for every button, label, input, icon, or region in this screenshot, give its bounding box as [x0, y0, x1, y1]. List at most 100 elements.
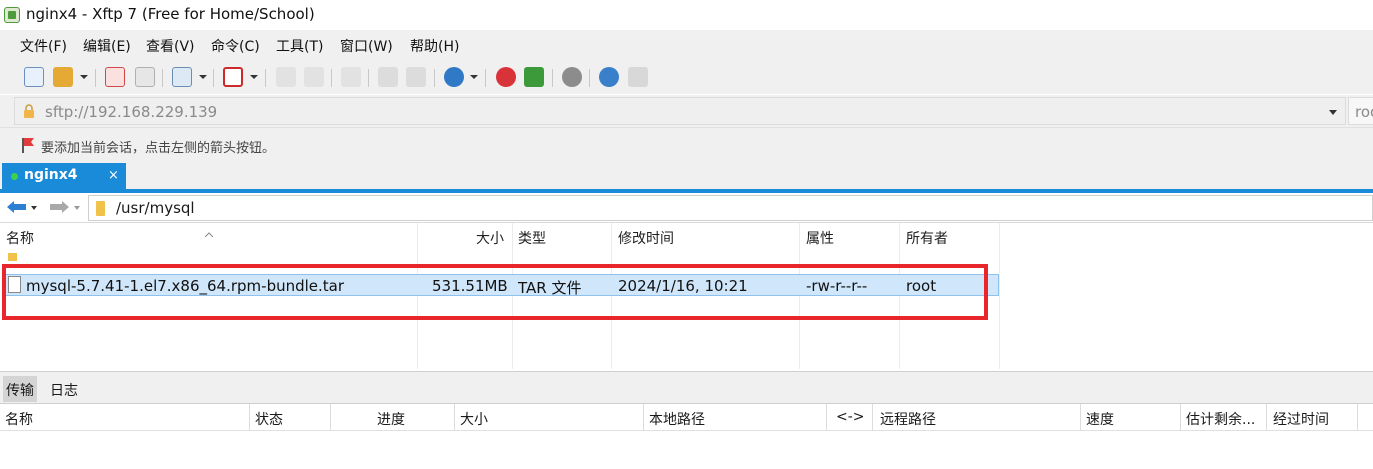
transfer-column-eta[interactable]: 估计剩余...	[1186, 409, 1255, 429]
connect-icon[interactable]	[105, 67, 125, 87]
column-separator[interactable]	[330, 404, 331, 432]
transfer-column-speed[interactable]: 速度	[1086, 409, 1114, 429]
address-url: sftp://192.168.229.139	[45, 103, 218, 121]
transfer-column-local-path[interactable]: 本地路径	[649, 409, 705, 429]
toolbar-separator	[552, 69, 553, 87]
column-header-type[interactable]: 类型	[518, 228, 546, 248]
chevron-down-icon[interactable]	[80, 75, 88, 79]
title-bar: nginx4 - Xftp 7 (Free for Home/School)	[0, 0, 1373, 30]
hint-row: 要添加当前会话，点击左侧的箭头按钮。	[0, 127, 1373, 161]
column-separator[interactable]	[249, 404, 250, 432]
paste-icon[interactable]	[406, 67, 426, 87]
path-row: /usr/mysql	[0, 193, 1373, 223]
menu-window[interactable]: 窗口(W)	[340, 36, 393, 56]
address-dropdown-icon[interactable]	[1329, 110, 1337, 115]
transfer-column-name[interactable]: 名称	[5, 409, 33, 429]
transfer-column-size[interactable]: 大小	[460, 409, 488, 429]
toolbar-separator	[589, 69, 590, 87]
column-separator[interactable]	[1080, 404, 1081, 432]
back-arrow-icon[interactable]	[6, 200, 28, 214]
toolbar-separator	[213, 69, 214, 87]
download-icon[interactable]	[304, 67, 324, 87]
tab-nginx4[interactable]: nginx4 ×	[2, 163, 126, 189]
column-header-attributes[interactable]: 属性	[806, 228, 834, 248]
sort-ascending-icon	[204, 225, 214, 238]
transfer-column-elapsed[interactable]: 经过时间	[1273, 409, 1329, 429]
column-separator[interactable]	[1357, 404, 1358, 432]
new-file-transfer-icon[interactable]	[172, 67, 192, 87]
menu-command[interactable]: 命令(C)	[211, 36, 260, 56]
connection-status-icon	[11, 173, 18, 180]
session-tab-strip: nginx4 ×	[0, 161, 1373, 189]
chat-icon[interactable]	[628, 67, 648, 87]
column-header-owner[interactable]: 所有者	[906, 228, 948, 248]
column-header-name[interactable]: 名称	[6, 228, 34, 248]
close-icon[interactable]: ×	[108, 168, 119, 183]
transfer-table-header: 名称 状态 进度 大小 本地路径 <-> 远程路径 速度 估计剩余... 经过时…	[0, 403, 1373, 432]
disconnect-icon[interactable]	[135, 67, 155, 87]
toolbar-separator	[265, 69, 266, 87]
column-separator[interactable]	[999, 223, 1000, 369]
open-folder-icon[interactable]	[53, 67, 73, 87]
chevron-down-icon[interactable]	[199, 75, 207, 79]
help-icon[interactable]	[599, 67, 619, 87]
parent-folder-icon[interactable]	[8, 253, 17, 261]
transfer-column-direction[interactable]: <->	[836, 409, 865, 425]
hint-text: 要添加当前会话，点击左侧的箭头按钮。	[41, 141, 276, 156]
toolbar-separator	[331, 69, 332, 87]
path-input[interactable]: /usr/mysql	[88, 195, 1373, 221]
column-separator[interactable]	[1180, 404, 1181, 432]
column-header-size[interactable]: 大小	[476, 228, 504, 248]
menu-help[interactable]: 帮助(H)	[410, 36, 459, 56]
menu-bar: 文件(F) 编辑(E) 查看(V) 命令(C) 工具(T) 窗口(W) 帮助(H…	[0, 30, 1373, 60]
upload-icon[interactable]	[276, 67, 296, 87]
toolbar	[0, 60, 1373, 94]
globe-icon[interactable]	[444, 67, 464, 87]
toolbar-separator	[95, 69, 96, 87]
bottom-panel-tabs: 传输 日志	[0, 371, 1373, 403]
chevron-down-icon[interactable]	[470, 75, 478, 79]
back-dropdown-icon[interactable]	[31, 206, 37, 210]
menu-edit[interactable]: 编辑(E)	[83, 36, 131, 56]
new-session-icon[interactable]	[24, 67, 44, 87]
lock-icon	[24, 104, 34, 118]
username-input[interactable]: roo	[1348, 97, 1373, 125]
video-icon[interactable]	[223, 67, 243, 87]
toolbar-separator	[434, 69, 435, 87]
sync-icon[interactable]	[341, 67, 361, 87]
column-separator[interactable]	[1266, 404, 1267, 432]
xftp-icon[interactable]	[524, 67, 544, 87]
forward-dropdown-icon[interactable]	[74, 206, 80, 210]
toolbar-separator	[485, 69, 486, 87]
forward-arrow-icon[interactable]	[48, 200, 70, 214]
tab-log[interactable]: 日志	[50, 380, 78, 400]
tab-label: nginx4	[24, 167, 78, 183]
address-row: sftp://192.168.229.139	[0, 95, 1373, 127]
menu-tools[interactable]: 工具(T)	[276, 36, 323, 56]
tab-transfer[interactable]: 传输	[3, 376, 37, 402]
copy-icon[interactable]	[378, 67, 398, 87]
toolbar-separator	[368, 69, 369, 87]
transfer-list	[0, 431, 1373, 469]
menu-view[interactable]: 查看(V)	[146, 36, 195, 56]
column-separator[interactable]	[826, 404, 827, 432]
transfer-column-remote-path[interactable]: 远程路径	[880, 409, 936, 429]
address-input[interactable]: sftp://192.168.229.139	[14, 97, 1346, 125]
transfer-column-status[interactable]: 状态	[255, 409, 283, 429]
chevron-down-icon[interactable]	[250, 75, 258, 79]
settings-icon[interactable]	[562, 67, 582, 87]
bookmark-flag-icon[interactable]	[21, 137, 35, 153]
annotation-highlight-box	[2, 264, 988, 320]
column-header-modified[interactable]: 修改时间	[618, 228, 674, 248]
transfer-column-progress[interactable]: 进度	[377, 409, 405, 429]
toolbar-separator	[162, 69, 163, 87]
xshell-icon[interactable]	[496, 67, 516, 87]
xftp-app-icon	[4, 7, 20, 23]
column-separator[interactable]	[872, 404, 873, 432]
username-text: roo	[1355, 103, 1373, 121]
menu-file[interactable]: 文件(F)	[20, 36, 67, 56]
column-separator[interactable]	[643, 404, 644, 432]
folder-icon	[96, 201, 105, 216]
column-separator[interactable]	[454, 404, 455, 432]
file-list: 名称 大小 类型 修改时间 属性 所有者 mysql-5.7.41-1.el7.…	[0, 223, 1373, 369]
